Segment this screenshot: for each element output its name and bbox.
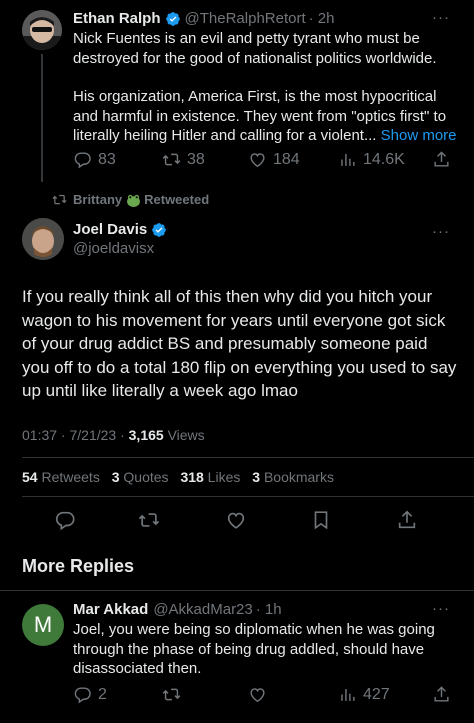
likes-count: 318: [180, 469, 204, 485]
more-icon[interactable]: ···: [432, 9, 450, 26]
avatar[interactable]: [22, 218, 64, 260]
likes-stat[interactable]: 318 Likes: [180, 469, 240, 485]
retweet-count: 38: [187, 150, 205, 168]
tweet-text: Joel, you were being so diplomatic when …: [73, 621, 435, 677]
views-icon: [341, 688, 355, 701]
like-button[interactable]: [225, 509, 247, 531]
handle[interactable]: @AkkadMar23: [153, 600, 252, 620]
bookmarks-count: 3: [252, 469, 261, 485]
verified-badge-icon: [151, 222, 167, 238]
tweet-header: Ethan Ralph @TheRalphRetort · 2h: [73, 9, 335, 29]
bookmark-button[interactable]: [310, 509, 332, 531]
reply-button[interactable]: [54, 509, 76, 531]
retweet-icon: [138, 513, 160, 527]
view-count: 3,165: [128, 427, 164, 443]
more-replies-heading: More Replies: [22, 556, 135, 576]
handle[interactable]: @joeldavisx: [73, 240, 154, 257]
engagement-stats: 54 Retweets 3 Quotes 318 Likes 3 Bookmar…: [22, 469, 342, 485]
retweeted-label: Retweeted: [144, 192, 210, 207]
tweet-header: Joel Davis: [73, 221, 171, 238]
like-button[interactable]: 184: [248, 150, 300, 169]
views-label: Views: [163, 427, 205, 443]
like-button[interactable]: [248, 685, 267, 704]
avatar-image-icon: [22, 218, 64, 260]
quotes-label: Quotes: [119, 469, 169, 485]
tweet-ethan-ralph[interactable]: Ethan Ralph @TheRalphRetort · 2h ··· Nic…: [0, 0, 474, 182]
retweets-label: Retweets: [37, 469, 100, 485]
timestamp[interactable]: · 1h: [256, 600, 282, 620]
likes-label: Likes: [203, 469, 241, 485]
display-name[interactable]: Mar Akkad: [73, 600, 148, 620]
retweeter-name[interactable]: Brittany: [73, 192, 122, 207]
views-button[interactable]: 14.6K: [338, 150, 405, 169]
bookmark-icon: [314, 511, 328, 530]
views-count: 427: [363, 685, 390, 703]
display-name[interactable]: Ethan Ralph: [73, 9, 161, 29]
share-button[interactable]: [432, 685, 451, 704]
share-icon: [434, 686, 449, 702]
share-icon: [398, 510, 416, 529]
retweets-count: 54: [22, 469, 38, 485]
tweet-meta: 01:37 · 7/21/23 · 3,165 Views: [22, 427, 205, 443]
tweet-header: Mar Akkad @AkkadMar23 · 1h: [73, 600, 282, 620]
share-button[interactable]: [396, 509, 418, 531]
avatar[interactable]: [22, 10, 62, 50]
avatar[interactable]: M: [22, 604, 64, 646]
handle[interactable]: @TheRalphRetort: [185, 9, 306, 29]
reply-count: 2: [98, 685, 107, 703]
bookmarks-label: Bookmarks: [260, 469, 334, 485]
like-count: 184: [273, 150, 300, 168]
like-icon: [250, 688, 265, 703]
divider: [0, 590, 474, 591]
avatar-image-icon: [22, 10, 62, 50]
retweets-stat[interactable]: 54 Retweets: [22, 469, 100, 485]
retweet-button[interactable]: 38: [162, 150, 205, 169]
retweet-button[interactable]: [162, 685, 181, 704]
display-name[interactable]: Joel Davis: [73, 221, 147, 238]
bookmarks-stat[interactable]: 3 Bookmarks: [252, 469, 334, 485]
divider: [22, 457, 474, 458]
share-icon: [434, 151, 449, 167]
retweet-icon: [162, 688, 181, 701]
retweet-icon: [52, 194, 67, 205]
tweet-text: Nick Fuentes is an evil and petty tyrant…: [73, 29, 458, 146]
reply-icon: [74, 152, 91, 169]
reply-count: 83: [98, 150, 116, 168]
timestamp[interactable]: · 2h: [309, 9, 335, 29]
more-icon[interactable]: ···: [432, 223, 450, 240]
show-more-link[interactable]: Show more: [376, 127, 457, 144]
retweet-icon: [162, 153, 181, 166]
verified-badge-icon: [165, 11, 181, 27]
timestamp[interactable]: 01:37 · 7/21/23 ·: [22, 427, 129, 443]
quotes-count: 3: [111, 469, 120, 485]
retweet-button[interactable]: [138, 509, 160, 531]
like-icon: [227, 512, 245, 529]
more-icon[interactable]: ···: [432, 600, 450, 617]
retweeted-by-bar[interactable]: Brittany Retweeted: [52, 192, 209, 207]
reply-button[interactable]: 2: [73, 685, 107, 704]
like-icon: [250, 153, 265, 168]
tweet-paragraph: Nick Fuentes is an evil and petty tyrant…: [73, 30, 437, 67]
views-count: 14.6K: [363, 150, 405, 168]
divider: [22, 496, 474, 497]
tweet-text: If you really think all of this then why…: [22, 287, 457, 400]
views-button[interactable]: 427: [338, 685, 390, 704]
thread-line: [41, 54, 43, 182]
share-button[interactable]: [432, 150, 451, 169]
reply-icon: [55, 511, 75, 531]
reply-icon: [74, 687, 91, 704]
quotes-stat[interactable]: 3 Quotes: [112, 469, 169, 485]
frog-emoji-icon: [126, 193, 141, 207]
views-icon: [341, 153, 355, 166]
reply-button[interactable]: 83: [73, 150, 116, 169]
tweet-paragraph: His organization, America First, is the …: [73, 87, 458, 146]
